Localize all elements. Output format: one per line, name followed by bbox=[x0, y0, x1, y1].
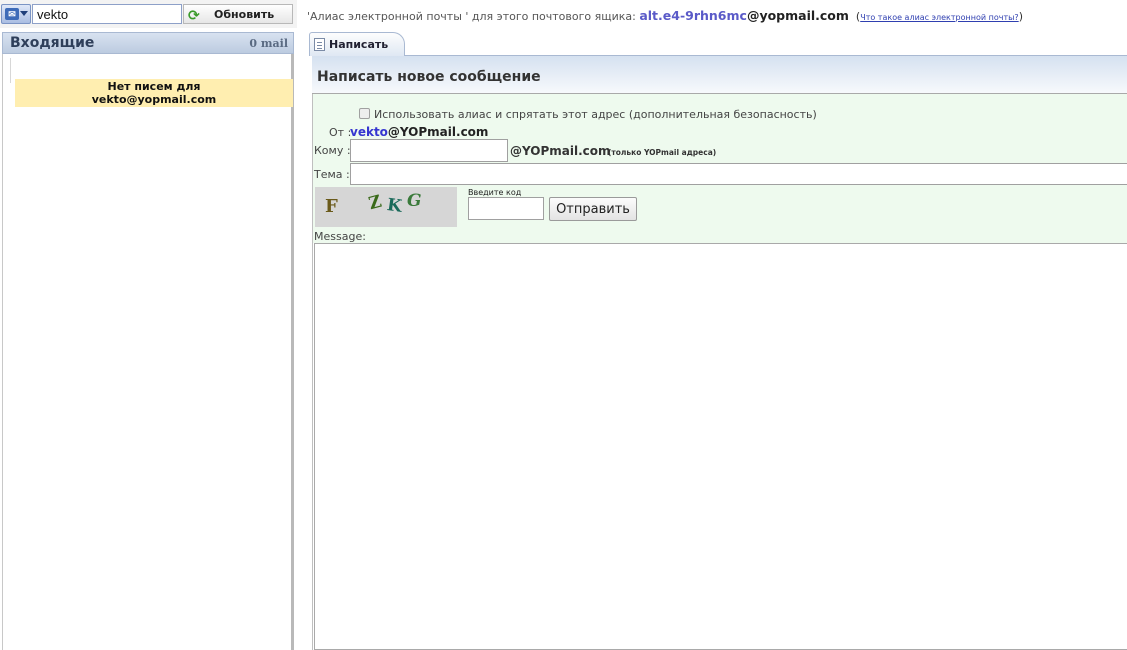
captcha-char: G bbox=[407, 191, 422, 211]
alias-checkbox-label: Использовать алиас и спрятать этот адрес… bbox=[374, 108, 817, 121]
alias-address-local: alt.e4-9rhn6mc bbox=[639, 8, 747, 23]
inbox-title: Входящие bbox=[10, 35, 95, 51]
to-domain: @YOPmail.com bbox=[510, 144, 611, 158]
captcha-code-input[interactable] bbox=[468, 197, 544, 220]
from-label: От : bbox=[329, 126, 352, 139]
send-button[interactable]: Отправить bbox=[549, 197, 637, 221]
from-domain: @YOPmail.com bbox=[387, 125, 489, 139]
chevron-down-icon bbox=[20, 11, 28, 16]
refresh-button[interactable]: ⟳ Обновить bbox=[183, 4, 293, 24]
message-textarea[interactable] bbox=[314, 243, 1127, 650]
to-input[interactable] bbox=[350, 139, 508, 162]
alias-address: alt.e4-9rhn6mc@yopmail.com bbox=[639, 8, 849, 23]
refresh-arrows-icon: ⟳ bbox=[188, 8, 200, 24]
compose-header: Написать новое сообщение bbox=[312, 56, 1127, 94]
empty-notice-line2: vekto@yopmail.com bbox=[91, 93, 217, 106]
alias-help-link[interactable]: Что такое алиас электронной почты? bbox=[860, 13, 1018, 22]
inbox-panel: Нет писем для vekto@yopmail.com bbox=[2, 54, 294, 650]
empty-inbox-notice: Нет писем для vekto@yopmail.com bbox=[15, 79, 293, 107]
captcha-image: F Z K G bbox=[315, 187, 457, 227]
document-icon bbox=[314, 38, 325, 51]
alias-info: 'Алиас электронной почты ' для этого поч… bbox=[307, 8, 1023, 23]
subject-label: Тема : bbox=[314, 168, 350, 181]
alias-option: Использовать алиас и спрятать этот адрес… bbox=[359, 108, 817, 121]
refresh-label: Обновить bbox=[214, 8, 275, 21]
to-label: Кому : bbox=[314, 144, 351, 157]
message-label: Message: bbox=[314, 230, 366, 243]
subject-input[interactable] bbox=[350, 163, 1127, 185]
top-bar: ✉ ⟳ Обновить bbox=[0, 0, 297, 28]
paren-close: ) bbox=[1018, 10, 1023, 23]
alias-prefix: 'Алиас электронной почты ' для этого поч… bbox=[307, 10, 640, 23]
to-note: (только YOPmail адреса) bbox=[608, 148, 717, 157]
tab-compose-label: Написать bbox=[329, 38, 389, 51]
tab-compose[interactable]: Написать bbox=[309, 32, 405, 56]
divider bbox=[10, 58, 11, 83]
captcha-char: K bbox=[385, 195, 404, 217]
captcha-char: Z bbox=[366, 191, 384, 215]
from-address: vekto@YOPmail.com bbox=[350, 125, 488, 139]
login-input[interactable] bbox=[32, 4, 182, 24]
compose-title: Написать новое сообщение bbox=[317, 69, 541, 85]
alias-address-domain: @yopmail.com bbox=[746, 8, 849, 23]
left-column: ✉ ⟳ Обновить Входящие 0 mail Нет писем дл… bbox=[0, 0, 297, 650]
empty-notice-line1: Нет писем для bbox=[107, 80, 201, 93]
captcha-hint: Введите код bbox=[468, 188, 522, 197]
inbox-count: 0 mail bbox=[249, 37, 288, 50]
right-column: 'Алиас электронной почты ' для этого поч… bbox=[297, 0, 1127, 650]
inbox-header: Входящие 0 mail bbox=[2, 32, 294, 54]
captcha-char: F bbox=[325, 196, 338, 217]
tab-bar: Написать bbox=[309, 30, 1127, 56]
compose-form: Использовать алиас и спрятать этот адрес… bbox=[312, 94, 1127, 650]
yopmail-logo-icon[interactable]: ✉ bbox=[1, 4, 31, 24]
from-user: vekto bbox=[350, 125, 388, 139]
alias-checkbox[interactable] bbox=[359, 108, 370, 119]
